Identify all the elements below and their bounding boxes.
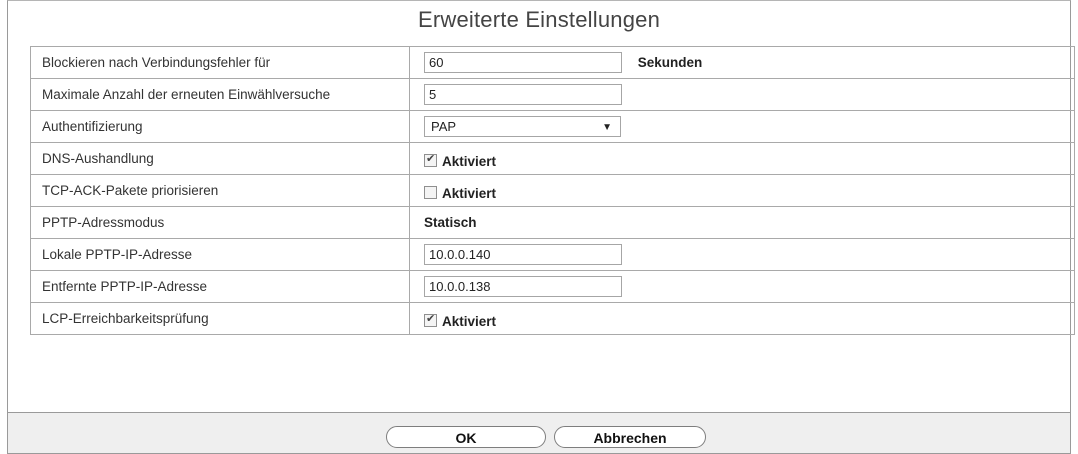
local-pptp-ip-input[interactable]: 10.0.0.140 bbox=[424, 244, 622, 265]
dns-negotiation-label: DNS-Aushandlung bbox=[30, 142, 410, 175]
pptp-address-mode-value: Statisch bbox=[424, 215, 477, 230]
button-bar: OK Abbrechen bbox=[7, 412, 1071, 454]
table-row: Maximale Anzahl der erneuten Einwählvers… bbox=[30, 78, 1075, 111]
block-duration-input[interactable]: 60 bbox=[424, 52, 622, 73]
settings-table: Blockieren nach Verbindungsfehler für 60… bbox=[30, 46, 1075, 335]
seconds-unit-label: Sekunden bbox=[637, 55, 703, 70]
dropdown-arrow-icon: ▼ bbox=[602, 122, 612, 133]
block-duration-label: Blockieren nach Verbindungsfehler für bbox=[30, 46, 410, 79]
ok-button[interactable]: OK bbox=[386, 426, 546, 448]
settings-panel: Erweiterte Einstellungen Blockieren nach… bbox=[7, 0, 1075, 412]
authentication-selected-value: PAP bbox=[431, 119, 457, 134]
table-row: PPTP-Adressmodus Statisch bbox=[30, 206, 1075, 239]
dns-negotiation-checkbox-label: Aktiviert bbox=[442, 154, 497, 170]
tcp-ack-priority-checkbox[interactable] bbox=[424, 186, 437, 200]
lcp-reachability-label: LCP-Erreichbarkeitsprüfung bbox=[30, 302, 410, 335]
table-row: Authentifizierung PAP ▼ bbox=[30, 110, 1075, 143]
table-row: Entfernte PPTP-IP-Adresse 10.0.0.138 bbox=[30, 270, 1075, 303]
table-row: Blockieren nach Verbindungsfehler für 60… bbox=[30, 46, 1075, 79]
pptp-address-mode-label: PPTP-Adressmodus bbox=[30, 206, 410, 239]
max-retries-label: Maximale Anzahl der erneuten Einwählvers… bbox=[30, 78, 410, 111]
table-row: TCP-ACK-Pakete priorisieren Aktiviert bbox=[30, 174, 1075, 207]
lcp-reachability-checkbox-label: Aktiviert bbox=[442, 314, 497, 330]
remote-pptp-ip-label: Entfernte PPTP-IP-Adresse bbox=[30, 270, 410, 303]
tcp-ack-priority-label: TCP-ACK-Pakete priorisieren bbox=[30, 174, 410, 207]
table-row: Lokale PPTP-IP-Adresse 10.0.0.140 bbox=[30, 238, 1075, 271]
max-retries-input[interactable]: 5 bbox=[424, 84, 622, 105]
tcp-ack-priority-checkbox-label: Aktiviert bbox=[442, 186, 497, 202]
remote-pptp-ip-input[interactable]: 10.0.0.138 bbox=[424, 276, 622, 297]
table-row: LCP-Erreichbarkeitsprüfung Aktiviert bbox=[30, 302, 1075, 335]
table-row: DNS-Aushandlung Aktiviert bbox=[30, 142, 1075, 175]
panel-title: Erweiterte Einstellungen bbox=[417, 7, 661, 32]
lcp-reachability-checkbox[interactable] bbox=[424, 312, 437, 328]
authentication-label: Authentifizierung bbox=[30, 110, 410, 143]
local-pptp-ip-label: Lokale PPTP-IP-Adresse bbox=[30, 238, 410, 271]
cancel-button[interactable]: Abbrechen bbox=[554, 426, 706, 448]
dns-negotiation-checkbox[interactable] bbox=[424, 152, 437, 168]
authentication-select[interactable]: PAP ▼ bbox=[424, 116, 621, 137]
